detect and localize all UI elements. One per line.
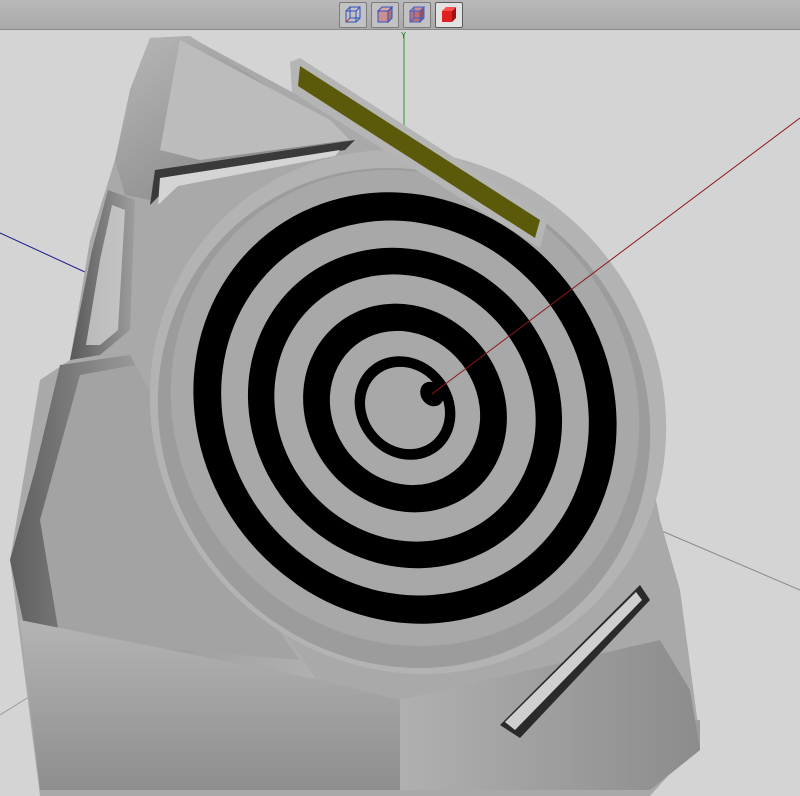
viewport-toolbar [0, 0, 800, 30]
y-axis-label: Y [400, 31, 406, 40]
shaded-wireframe-cube-icon [408, 5, 426, 24]
solid-view-button[interactable] [435, 2, 463, 28]
3d-viewport[interactable]: Y [0, 30, 800, 796]
shaded-wireframe-view-button[interactable] [403, 2, 431, 28]
view-mode-buttons [339, 2, 463, 28]
solid-red-cube-icon [442, 7, 456, 22]
wireframe-shaded-view-button[interactable] [371, 2, 399, 28]
3d-scene[interactable]: Y [0, 30, 800, 796]
wireframe-shaded-cube-icon [376, 5, 394, 24]
wireframe-view-button[interactable] [339, 2, 367, 28]
wireframe-cube-icon [345, 6, 361, 23]
